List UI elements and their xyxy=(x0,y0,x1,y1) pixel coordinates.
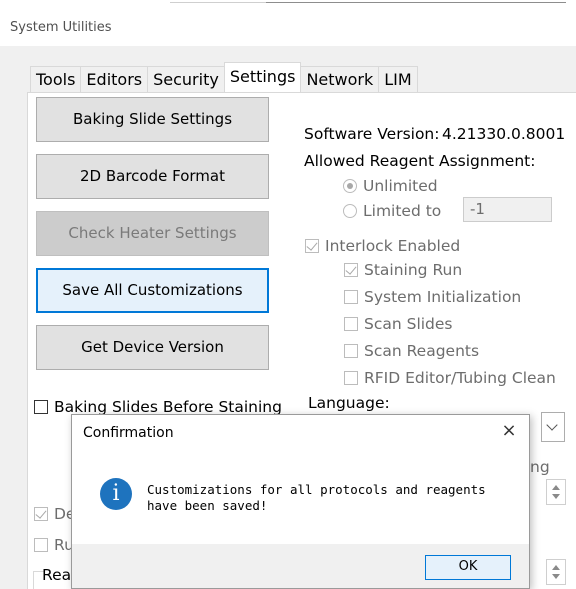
checkbox-box xyxy=(344,290,358,304)
rfid-editor-tubing-clean-checkbox[interactable]: RFID Editor/Tubing Clean xyxy=(344,369,556,387)
tab-bar: Tools Editors Security Settings Network … xyxy=(30,62,418,92)
baking-slide-settings-button[interactable]: Baking Slide Settings xyxy=(36,97,269,142)
dialog-message: Customizations for all protocols and rea… xyxy=(147,482,486,513)
numeric-spinner[interactable] xyxy=(546,559,566,585)
checkbox-box xyxy=(305,239,319,253)
get-device-version-button[interactable]: Get Device Version xyxy=(36,325,269,370)
chevron-down-icon xyxy=(546,419,558,431)
spinner-up-icon[interactable] xyxy=(552,565,560,570)
top-border xyxy=(0,0,576,6)
software-version-value: 4.21330.0.8001 xyxy=(442,125,566,143)
interlock-enabled-checkbox[interactable]: Interlock Enabled xyxy=(305,237,460,255)
tab-security[interactable]: Security xyxy=(147,66,225,92)
save-all-customizations-button[interactable]: Save All Customizations xyxy=(36,268,269,313)
partial-de-checkbox[interactable]: De xyxy=(34,505,75,523)
checkbox-box xyxy=(344,263,358,277)
staining-run-checkbox[interactable]: Staining Run xyxy=(344,261,462,279)
ok-button[interactable]: OK xyxy=(425,555,511,580)
tab-settings[interactable]: Settings xyxy=(223,62,302,92)
barcode-format-button[interactable]: 2D Barcode Format xyxy=(36,154,269,199)
confirmation-dialog: Confirmation × i Customizations for all … xyxy=(71,414,530,589)
checkbox-label: Interlock Enabled xyxy=(325,237,461,255)
system-initialization-checkbox[interactable]: System Initialization xyxy=(344,288,521,306)
window-title: System Utilities xyxy=(10,20,112,35)
scan-reagents-checkbox[interactable]: Scan Reagents xyxy=(344,342,479,360)
tab-network[interactable]: Network xyxy=(300,66,380,92)
radio-label: Unlimited xyxy=(363,177,438,195)
checkbox-box xyxy=(34,538,48,552)
spinner-down-icon[interactable] xyxy=(552,494,560,499)
checkbox-label: Staining Run xyxy=(364,261,463,279)
top-border-segment-dark xyxy=(266,2,566,3)
info-icon: i xyxy=(100,478,132,510)
numeric-spinner[interactable] xyxy=(546,479,566,505)
checkbox-label: System Initialization xyxy=(364,288,522,306)
dialog-title: Confirmation xyxy=(83,425,174,441)
checkbox-box xyxy=(34,400,48,414)
unlimited-radio[interactable]: Unlimited xyxy=(343,177,438,195)
scan-slides-checkbox[interactable]: Scan Slides xyxy=(344,315,453,333)
checkbox-box xyxy=(344,317,358,331)
partial-right-label: ng xyxy=(530,458,550,476)
checkbox-label: Scan Slides xyxy=(364,315,453,333)
radio-circle xyxy=(343,179,357,193)
tab-editors[interactable]: Editors xyxy=(80,66,149,92)
checkbox-label: Scan Reagents xyxy=(364,342,480,360)
radio-circle xyxy=(343,204,357,218)
checkbox-box xyxy=(34,507,48,521)
top-border-segment-light xyxy=(170,2,266,3)
limited-to-radio[interactable]: Limited to xyxy=(343,202,441,220)
allowed-reagent-heading: Allowed Reagent Assignment: xyxy=(304,152,536,170)
spinner-down-icon[interactable] xyxy=(552,574,560,579)
language-label: Language: xyxy=(308,394,390,412)
close-icon[interactable]: × xyxy=(499,421,519,441)
check-heater-settings-button[interactable]: Check Heater Settings xyxy=(36,211,269,256)
limit-value-input[interactable]: -1 xyxy=(463,197,552,222)
tab-tools[interactable]: Tools xyxy=(30,66,82,92)
radio-label: Limited to xyxy=(363,202,442,220)
tab-lim[interactable]: LIM xyxy=(378,66,418,92)
partial-rea-label: Rea xyxy=(42,566,72,584)
checkbox-label: RFID Editor/Tubing Clean xyxy=(364,369,556,387)
software-version-label: Software Version: xyxy=(304,125,440,143)
spinner-up-icon[interactable] xyxy=(552,485,560,490)
checkbox-box xyxy=(344,344,358,358)
language-dropdown[interactable] xyxy=(541,412,565,442)
checkbox-box xyxy=(344,371,358,385)
partial-ru-checkbox[interactable]: Ru xyxy=(34,536,74,554)
